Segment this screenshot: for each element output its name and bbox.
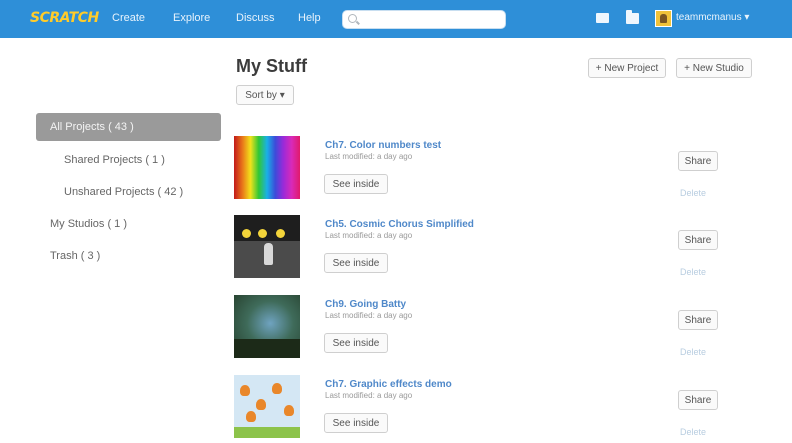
last-modified-text: Last modified: a day ago [325,231,413,240]
nav-discuss-link[interactable]: Discuss [236,12,275,24]
page-title: My Stuff [236,56,307,76]
username-menu[interactable]: teammcmanus ▾ [676,12,749,23]
sidebar-item-shared-projects[interactable]: Shared Projects ( 1 ) [64,154,165,166]
chevron-down-icon: ▾ [279,90,285,101]
share-button[interactable]: Share [678,151,718,171]
delete-link[interactable]: Delete [680,188,706,198]
project-title-link[interactable]: Ch9. Going Batty [325,299,406,310]
sprite-icon [276,229,285,238]
list-item: Ch7. Color numbers test Last modified: a… [234,136,752,200]
project-thumbnail[interactable] [234,375,300,438]
last-modified-text: Last modified: a day ago [325,311,413,320]
search-input[interactable] [342,10,506,29]
sidebar-item-unshared-projects[interactable]: Unshared Projects ( 42 ) [64,186,183,198]
share-button[interactable]: Share [678,390,718,410]
list-item: Ch7. Graphic effects demo Last modified:… [234,375,752,439]
sprite-icon [256,399,266,410]
scratch-logo[interactable]: SCRATCH [30,10,99,26]
project-title-link[interactable]: Ch7. Color numbers test [325,140,441,151]
sort-by-label: Sort by [245,90,277,101]
delete-link[interactable]: Delete [680,267,706,277]
sprite-icon [258,229,267,238]
share-button[interactable]: Share [678,310,718,330]
project-thumbnail[interactable] [234,136,300,199]
delete-link[interactable]: Delete [680,347,706,357]
share-button[interactable]: Share [678,230,718,250]
nav-help-link[interactable]: Help [298,12,321,24]
sidebar-item-my-studios[interactable]: My Studios ( 1 ) [50,218,127,230]
sidebar-item-label: All Projects ( 43 ) [50,121,134,133]
new-project-button[interactable]: + New Project [588,58,666,78]
see-inside-button[interactable]: See inside [324,253,388,273]
search-icon [348,14,357,23]
project-thumbnail[interactable] [234,295,300,358]
project-title-link[interactable]: Ch7. Graphic effects demo [325,379,452,390]
nav-create-link[interactable]: Create [112,12,145,24]
sidebar-item-trash[interactable]: Trash ( 3 ) [50,250,100,262]
sort-by-dropdown[interactable]: Sort by ▾ [236,85,294,105]
list-item: Ch5. Cosmic Chorus Simplified Last modif… [234,215,752,279]
see-inside-button[interactable]: See inside [324,174,388,194]
sprite-icon [246,411,256,422]
last-modified-text: Last modified: a day ago [325,152,413,161]
nav-explore-link[interactable]: Explore [173,12,210,24]
last-modified-text: Last modified: a day ago [325,391,413,400]
username-label: teammcmanus [676,12,742,23]
sidebar-item-all-projects[interactable]: All Projects ( 43 ) [36,113,221,141]
delete-link[interactable]: Delete [680,427,706,437]
chevron-down-icon: ▾ [744,12,750,23]
sprite-icon [284,405,294,416]
sprite-icon [242,229,251,238]
see-inside-button[interactable]: See inside [324,333,388,353]
top-nav-bar: SCRATCH Create Explore Discuss Help team… [0,0,792,38]
new-studio-button[interactable]: + New Studio [676,58,752,78]
messages-icon[interactable] [596,13,609,23]
project-thumbnail[interactable] [234,215,300,278]
sprite-icon [240,385,250,396]
list-item: Ch9. Going Batty Last modified: a day ag… [234,295,752,359]
see-inside-button[interactable]: See inside [324,413,388,433]
my-stuff-folder-icon[interactable] [626,10,639,24]
project-title-link[interactable]: Ch5. Cosmic Chorus Simplified [325,219,474,230]
avatar[interactable] [655,10,672,27]
sprite-icon [272,383,282,394]
